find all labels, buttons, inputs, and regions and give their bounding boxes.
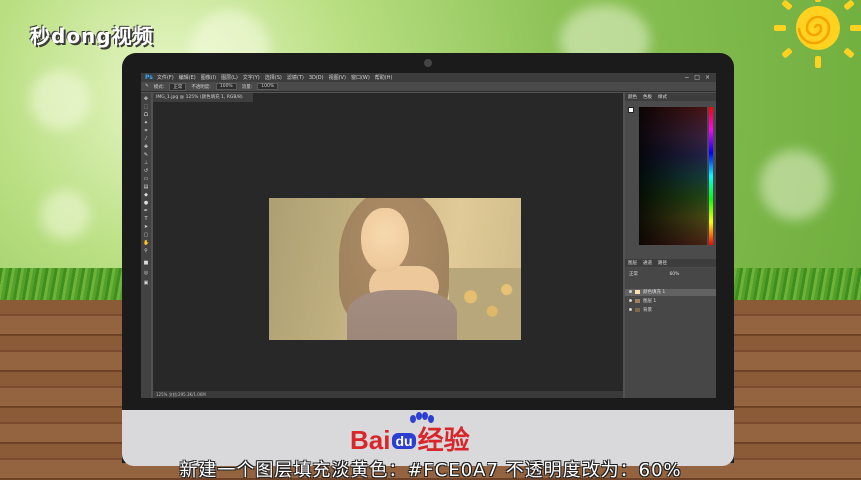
color-panel-tabs: 颜色 色板 样式 <box>625 93 716 101</box>
move-tool-icon[interactable]: ✥ <box>143 97 149 102</box>
gradient-tool-icon[interactable]: ▤ <box>143 185 149 190</box>
options-bar: ✎ 模式: 正常 不透明度: 100% 流量: 100% <box>141 82 716 92</box>
tools-panel: ✥ ⬚ ᗝ ✦ ⌗ ⁄ ✚ ✎ ⊥ ↺ ▭ ▤ ◆ ● ✒ T ➤ ▢ ✋ ⚲ … <box>141 93 151 398</box>
brand-du: du <box>392 433 416 449</box>
type-tool-icon[interactable]: T <box>143 217 149 222</box>
opacity-label: 不透明度: <box>191 84 211 90</box>
maximize-icon[interactable]: □ <box>694 74 700 81</box>
mode-select[interactable]: 正常 <box>169 82 187 91</box>
right-panels: 颜色 色板 样式 图层 通道 路径 正常 60% 颜色填充 1 图层 1 背景 <box>625 93 716 398</box>
layer-controls: 正常 60% <box>625 271 716 278</box>
layer-name: 颜色填充 1 <box>643 290 666 295</box>
video-caption: 新建一个图层填充淡黄色：#FCE0A7 不透明度改为：60% <box>179 460 682 480</box>
menu-type[interactable]: 文字(Y) <box>243 74 260 81</box>
layer-row[interactable]: 背景 <box>625 307 716 314</box>
bokeh-light <box>40 190 90 240</box>
flow-input[interactable]: 100% <box>257 83 279 90</box>
flow-label: 流量: <box>241 84 253 90</box>
window-controls: − □ × <box>684 74 716 81</box>
yellow-fill-overlay <box>269 198 521 340</box>
quick-select-tool-icon[interactable]: ✦ <box>143 121 149 126</box>
zoom-tool-icon[interactable]: ⚲ <box>143 249 149 254</box>
canvas-photo[interactable] <box>269 198 521 340</box>
mode-label: 模式: <box>153 84 165 90</box>
minimize-icon[interactable]: − <box>684 74 689 81</box>
webcam-icon <box>424 59 432 67</box>
quick-mask-icon[interactable]: ◎ <box>143 271 149 276</box>
document-canvas-area[interactable]: IMG_1.jpg @ 125% (颜色填充 1, RGB/8) <box>153 93 623 391</box>
dodge-tool-icon[interactable]: ● <box>143 201 149 206</box>
tab-layers[interactable]: 图层 <box>628 260 637 266</box>
path-select-tool-icon[interactable]: ➤ <box>143 225 149 230</box>
bokeh-light <box>760 150 830 220</box>
eyedropper-tool-icon[interactable]: ⁄ <box>143 137 149 142</box>
menu-file[interactable]: 文件(F) <box>157 74 174 81</box>
tab-swatches[interactable]: 色板 <box>643 94 652 100</box>
tab-styles[interactable]: 样式 <box>658 94 667 100</box>
tab-paths[interactable]: 路径 <box>658 260 667 266</box>
layers-panel: 正常 60% 颜色填充 1 图层 1 背景 <box>625 268 716 398</box>
brush-tool-icon[interactable]: ✎ <box>143 153 149 158</box>
layer-opacity-input[interactable]: 60% <box>669 272 679 277</box>
blend-mode-select[interactable]: 正常 <box>629 272 638 277</box>
foreground-color-swatch[interactable]: ■ <box>143 261 149 266</box>
shape-tool-icon[interactable]: ▢ <box>143 233 149 238</box>
tab-channels[interactable]: 通道 <box>643 260 652 266</box>
photoshop-logo-icon: Ps <box>145 74 153 81</box>
menu-view[interactable]: 视图(V) <box>329 74 346 81</box>
status-bar: 125% 文档:295.3K/1.06M <box>153 391 623 398</box>
layer-row[interactable]: 图层 1 <box>625 298 716 305</box>
layer-row[interactable]: 颜色填充 1 <box>625 289 716 296</box>
blur-tool-icon[interactable]: ◆ <box>143 193 149 198</box>
menu-bar: Ps 文件(F) 编辑(E) 图像(I) 图层(L) 文字(Y) 选择(S) 滤… <box>141 73 716 82</box>
eye-icon[interactable] <box>629 298 632 302</box>
pen-tool-icon[interactable]: ✒ <box>143 209 149 214</box>
layer-thumbnail <box>635 289 640 294</box>
brand-bai: Bai <box>350 425 391 455</box>
eye-icon[interactable] <box>629 307 632 311</box>
layer-name: 背景 <box>643 308 652 313</box>
tab-color[interactable]: 颜色 <box>628 94 637 100</box>
history-brush-icon[interactable]: ↺ <box>143 169 149 174</box>
menu-image[interactable]: 图像(I) <box>201 74 216 81</box>
healing-tool-icon[interactable]: ✚ <box>143 145 149 150</box>
eraser-tool-icon[interactable]: ▭ <box>143 177 149 182</box>
brand-jingyan: 经验 <box>417 425 470 455</box>
watermark-logo: 秒dong视频 <box>30 24 154 48</box>
sun-icon <box>774 0 861 68</box>
stamp-tool-icon[interactable]: ⊥ <box>143 161 149 166</box>
layer-panel-tabs: 图层 通道 路径 <box>625 259 716 267</box>
layer-name: 图层 1 <box>643 299 657 304</box>
hue-slider[interactable] <box>709 107 713 245</box>
menu-help[interactable]: 帮助(H) <box>375 74 393 81</box>
menu-select[interactable]: 选择(S) <box>265 74 282 81</box>
layer-thumbnail <box>635 298 640 303</box>
hand-tool-icon[interactable]: ✋ <box>143 241 149 246</box>
layer-thumbnail <box>635 307 640 312</box>
menu-layer[interactable]: 图层(L) <box>221 74 238 81</box>
brush-tool-icon[interactable]: ✎ <box>145 84 149 89</box>
baidu-jingyan-logo: Bai du 经验 <box>350 420 470 457</box>
color-picker-field[interactable] <box>639 107 707 245</box>
opacity-input[interactable]: 100% <box>215 83 237 90</box>
document-tab[interactable]: IMG_1.jpg @ 125% (颜色填充 1, RGB/8) <box>153 93 253 102</box>
marquee-tool-icon[interactable]: ⬚ <box>143 105 149 110</box>
lasso-tool-icon[interactable]: ᗝ <box>143 113 149 118</box>
photoshop-window: Ps 文件(F) 编辑(E) 图像(I) 图层(L) 文字(Y) 选择(S) 滤… <box>141 73 716 398</box>
bokeh-light <box>30 70 90 130</box>
menu-filter[interactable]: 滤镜(T) <box>287 74 304 81</box>
crop-tool-icon[interactable]: ⌗ <box>143 129 149 134</box>
eye-icon[interactable] <box>629 289 632 293</box>
menu-3d[interactable]: 3D(D) <box>309 75 324 81</box>
menu-edit[interactable]: 编辑(E) <box>179 74 196 81</box>
screen-mode-icon[interactable]: ▣ <box>143 281 149 286</box>
close-icon[interactable]: × <box>705 74 710 81</box>
menu-window[interactable]: 窗口(W) <box>351 74 370 81</box>
foreground-swatch[interactable] <box>628 107 634 113</box>
